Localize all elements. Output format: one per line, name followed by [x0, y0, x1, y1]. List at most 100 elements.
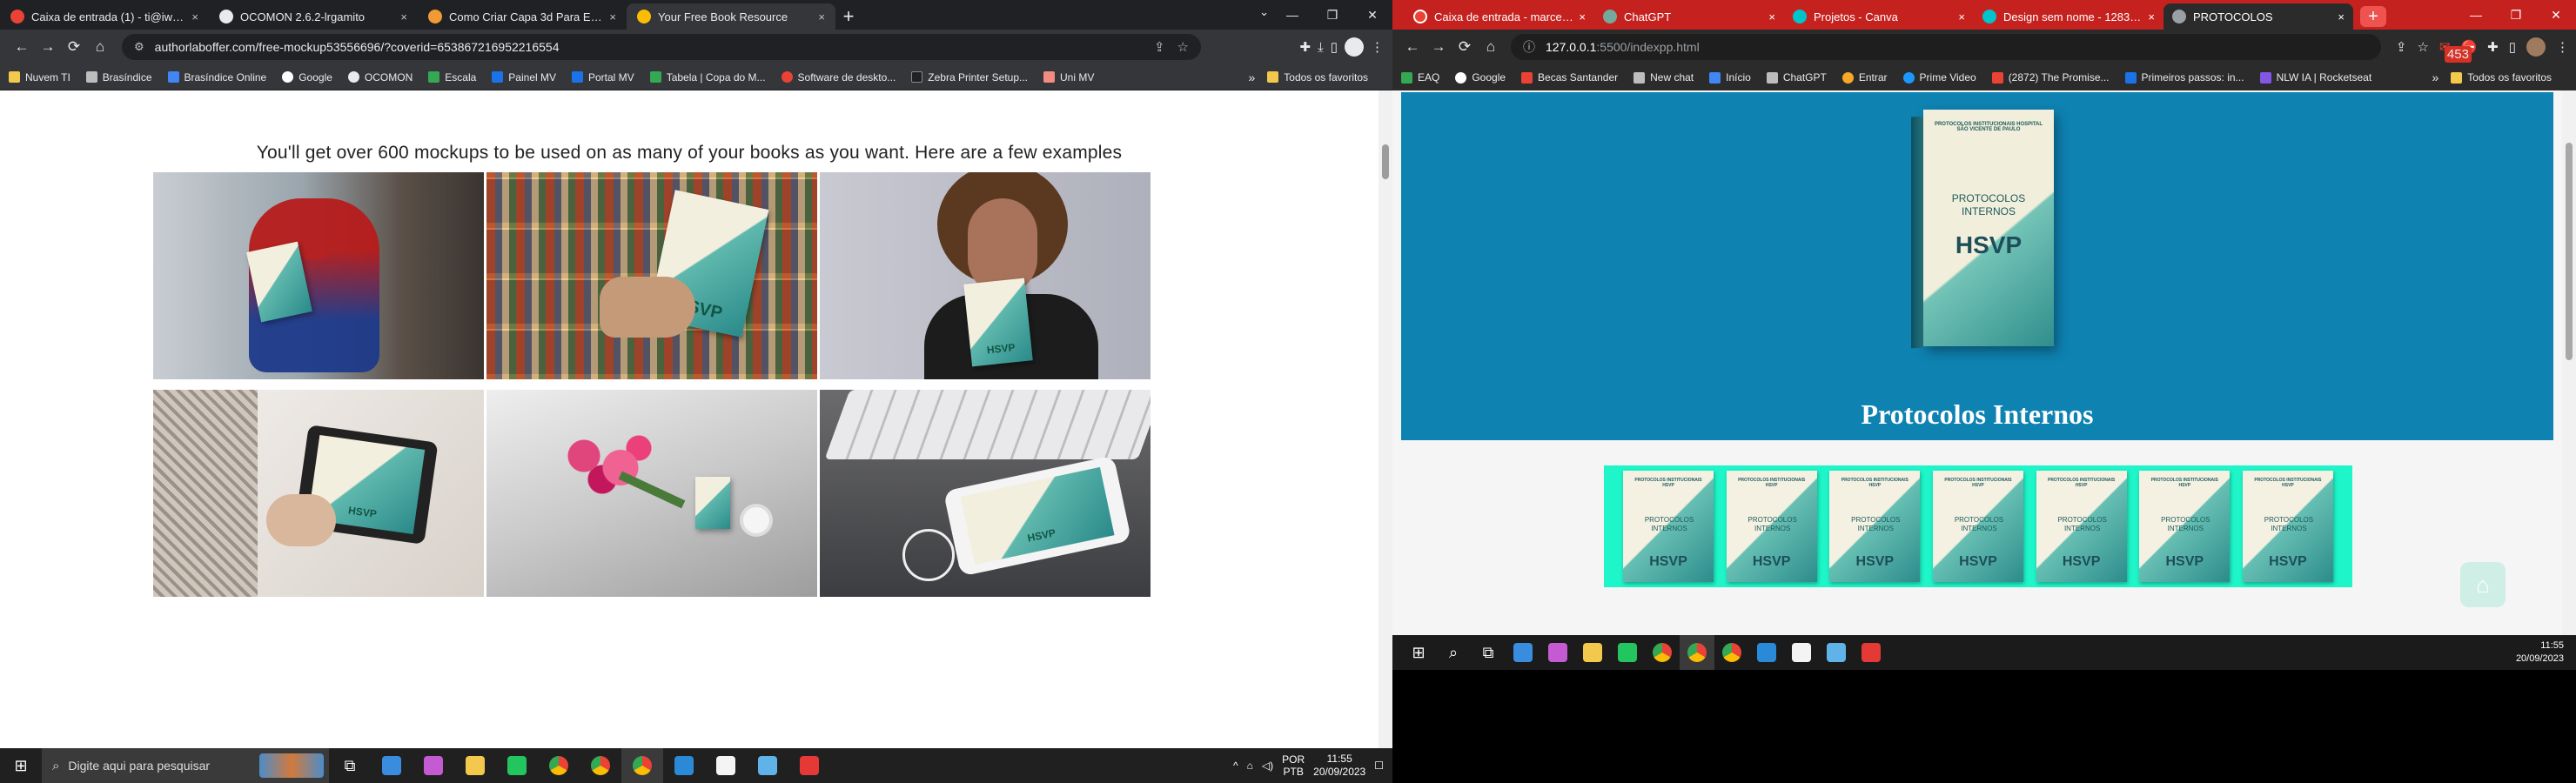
bookmark-item[interactable]: Painel MV: [492, 71, 556, 84]
home-button[interactable]: ⌂: [87, 34, 113, 60]
bookmark-item[interactable]: NLW IA | Rocketseat: [2259, 71, 2371, 84]
bookmark-item[interactable]: Uni MV: [1043, 71, 1094, 84]
chrome-icon[interactable]: [1714, 635, 1749, 670]
chrome-icon[interactable]: [621, 748, 663, 783]
bookmark-item[interactable]: Google: [1455, 71, 1506, 84]
app-icon[interactable]: [413, 748, 454, 783]
bookmark-item[interactable]: OCOMON: [347, 71, 413, 84]
url-text[interactable]: 127.0.0.1:5500/indexpp.html: [1546, 40, 1700, 54]
close-window-button[interactable]: ✕: [1352, 0, 1392, 30]
tab-search-icon[interactable]: ⌄: [1259, 5, 1269, 19]
close-icon[interactable]: ×: [2148, 10, 2155, 23]
app-icon[interactable]: [1540, 635, 1575, 670]
bookmark-item[interactable]: Entrar: [1841, 71, 1888, 84]
share-icon[interactable]: ⇪: [2396, 39, 2407, 55]
remote-app-icon[interactable]: [1854, 635, 1888, 670]
remote-app-icon[interactable]: [788, 748, 830, 783]
new-tab-button[interactable]: +: [2360, 6, 2386, 27]
url-text[interactable]: authorlaboffer.com/free-mockup53556696/?…: [155, 40, 1142, 54]
menu-icon[interactable]: ⋮: [2556, 39, 2569, 55]
hero-book-cover[interactable]: PROTOCOLOS INSTITUCIONAIS HOSPITAL SÃO V…: [1911, 110, 2054, 349]
extensions-icon[interactable]: ✚: [2487, 39, 2499, 55]
left-tab-free-book[interactable]: Your Free Book Resource ×: [627, 3, 835, 30]
close-icon[interactable]: ×: [1579, 10, 1586, 23]
photos-app-icon[interactable]: [1506, 635, 1540, 670]
site-info-icon[interactable]: ⓘ: [1523, 38, 1535, 56]
close-icon[interactable]: ×: [191, 10, 198, 23]
protocol-book-card[interactable]: PROTOCOLOS INSTITUCIONAIS HSVP PROTOCOLOS…: [2139, 471, 2231, 582]
back-button[interactable]: ←: [9, 34, 35, 60]
bookmarks-overflow-button[interactable]: »: [2432, 70, 2438, 84]
forward-button[interactable]: →: [35, 34, 61, 60]
share-icon[interactable]: ⇪: [1154, 39, 1165, 55]
chrome-icon[interactable]: [580, 748, 621, 783]
protocol-book-card[interactable]: PROTOCOLOS INSTITUCIONAIS HSVP PROTOCOLOS…: [1829, 471, 1921, 582]
minimize-button[interactable]: —: [2456, 0, 2496, 30]
protocol-book-card[interactable]: PROTOCOLOS INSTITUCIONAIS HSVP PROTOCOLOS…: [1932, 471, 2023, 582]
task-view-icon[interactable]: ⧉: [1471, 635, 1506, 670]
bookmark-item[interactable]: Becas Santander: [1521, 71, 1618, 84]
bookmark-item[interactable]: Tabela | Copa do M...: [649, 71, 766, 84]
extensions-icon[interactable]: ✚: [1300, 39, 1311, 55]
bookmark-item[interactable]: Início: [1709, 71, 1751, 84]
profile-avatar[interactable]: [1345, 37, 1364, 57]
taskbar-clock[interactable]: 11:55 20/09/2023: [1313, 753, 1365, 779]
bookmark-item[interactable]: Zebra Printer Setup...: [911, 71, 1028, 84]
bookmark-item[interactable]: Prime Video: [1902, 71, 1976, 84]
side-panel-icon[interactable]: ▯: [2509, 39, 2516, 55]
protocol-book-card[interactable]: PROTOCOLOS INSTITUCIONAIS HSVP PROTOCOLOS…: [2036, 471, 2127, 582]
close-icon[interactable]: ×: [609, 10, 616, 23]
scrollbar-thumb[interactable]: [2566, 143, 2573, 360]
left-tab-gmail[interactable]: Caixa de entrada (1) - ti@iwgp.com ×: [0, 3, 209, 30]
bookmark-item[interactable]: Brasíndice Online: [167, 71, 266, 84]
reload-button[interactable]: ⟳: [61, 34, 87, 60]
terminal-app-icon[interactable]: [1610, 635, 1645, 670]
vscode-icon[interactable]: [1749, 635, 1784, 670]
close-icon[interactable]: ×: [400, 10, 407, 23]
close-icon[interactable]: ×: [1958, 10, 1965, 23]
search-icon[interactable]: ⌕: [1436, 635, 1471, 670]
close-icon[interactable]: ×: [1768, 10, 1775, 23]
all-bookmarks-folder[interactable]: Todos os favoritos: [2451, 71, 2552, 84]
task-view-icon[interactable]: ⧉: [329, 748, 371, 783]
chrome-icon[interactable]: [538, 748, 580, 783]
menu-icon[interactable]: ⋮: [1371, 39, 1384, 55]
bookmark-item[interactable]: Nuvem TI: [9, 71, 70, 84]
network-icon[interactable]: ⌂: [1247, 760, 1253, 772]
maximize-button[interactable]: ❐: [1312, 0, 1352, 30]
right-tab-canva-projects[interactable]: Projetos - Canva ×: [1784, 3, 1974, 30]
bookmark-item[interactable]: New chat: [1633, 71, 1694, 84]
bookmark-item[interactable]: Brasíndice: [85, 71, 152, 84]
vscode-icon[interactable]: [663, 748, 705, 783]
bookmark-item[interactable]: (2872) The Promise...: [1991, 71, 2110, 84]
bookmark-item[interactable]: Google: [282, 71, 332, 84]
left-tab-capa3d[interactable]: Como Criar Capa 3d Para Ebook ×: [418, 3, 627, 30]
bookmark-star-icon[interactable]: ☆: [1177, 39, 1189, 55]
bookmarks-overflow-button[interactable]: »: [1248, 70, 1255, 84]
app-icon[interactable]: [1784, 635, 1819, 670]
bookmark-item[interactable]: Portal MV: [572, 71, 634, 84]
new-tab-button[interactable]: +: [835, 3, 862, 30]
app-icon[interactable]: [1819, 635, 1854, 670]
site-info-icon[interactable]: ⚙: [134, 40, 144, 54]
minimize-button[interactable]: —: [1272, 0, 1312, 30]
taskbar-search-box[interactable]: ⌕ Digite aqui para pesquisar: [42, 748, 329, 783]
profile-avatar[interactable]: [2526, 37, 2546, 57]
protocol-book-card[interactable]: PROTOCOLOS INSTITUCIONAIS HSVP PROTOCOLOS…: [1623, 471, 1714, 582]
terminal-app-icon[interactable]: [496, 748, 538, 783]
tray-chevron-icon[interactable]: ^: [1233, 760, 1238, 772]
windows-start-icon[interactable]: ⊞: [0, 748, 42, 783]
language-indicator[interactable]: POR PTB: [1282, 753, 1305, 778]
windows-start-icon[interactable]: ⊞: [1401, 635, 1436, 670]
file-explorer-icon[interactable]: [1575, 635, 1610, 670]
close-icon[interactable]: ×: [818, 10, 825, 23]
protocol-book-card[interactable]: PROTOCOLOS INSTITUCIONAIS HSVP PROTOCOLOS…: [1726, 471, 1817, 582]
floating-action-icon[interactable]: ⌂: [2460, 562, 2506, 607]
app-icon[interactable]: [705, 748, 747, 783]
right-tab-chatgpt[interactable]: ChatGPT ×: [1594, 3, 1784, 30]
right-tab-gmail[interactable]: Caixa de entrada - marcelo... ×: [1405, 3, 1594, 30]
volume-icon[interactable]: ◁): [1262, 760, 1273, 772]
taskbar-clock[interactable]: 11:55 20/09/2023: [2516, 639, 2564, 666]
forward-button[interactable]: →: [1426, 34, 1452, 60]
bookmark-item[interactable]: ChatGPT: [1766, 71, 1827, 84]
